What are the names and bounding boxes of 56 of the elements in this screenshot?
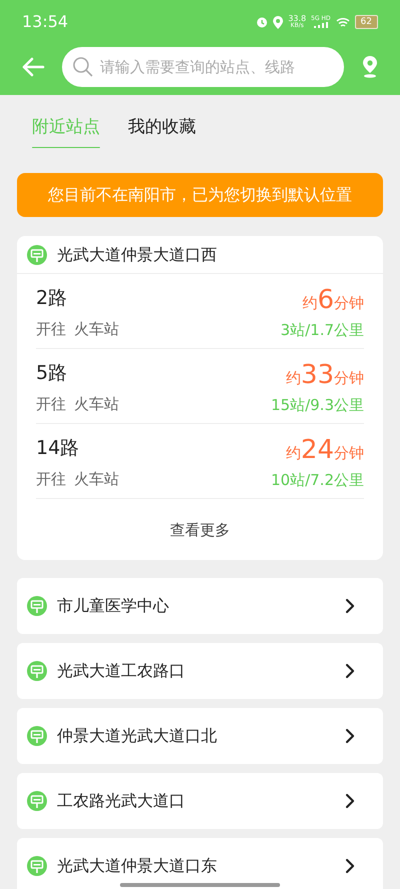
location-icon	[273, 16, 284, 28]
bus-stop-icon	[27, 856, 47, 876]
stop-list-item[interactable]: 光武大道工农路口	[17, 642, 383, 698]
chevron-right-icon	[345, 792, 355, 808]
stop-name[interactable]: 光武大道仲景大道口西	[57, 242, 217, 266]
destination: 火车站	[74, 319, 119, 340]
stop-name: 市儿童医学中心	[57, 594, 170, 616]
wifi-icon	[336, 16, 350, 28]
direction-label: 开往	[36, 469, 66, 490]
chevron-right-icon	[345, 728, 355, 744]
search-field[interactable]: 请输入需要查询的站点、线路	[62, 47, 344, 87]
stop-list-item[interactable]: 工农路光武大道口	[17, 772, 383, 828]
route-row[interactable]: 14路 开往 火车站 约24分钟 10站/7.2公里	[36, 424, 364, 499]
signal-icon	[314, 22, 328, 28]
arrival-time: 约33分钟	[286, 361, 364, 392]
chevron-right-icon	[345, 662, 355, 678]
stop-name: 光武大道仲景大道口东	[57, 854, 218, 876]
view-more-link[interactable]: 查看更多	[170, 519, 230, 542]
bus-stop-icon	[27, 660, 47, 680]
route-row[interactable]: 5路 开往 火车站 约33分钟 15站/9.3公里	[36, 349, 364, 424]
chevron-right-icon	[345, 858, 355, 874]
route-name: 2路	[36, 286, 68, 310]
stop-name: 光武大道工农路口	[57, 660, 186, 682]
network-speed: 33.8	[288, 15, 306, 23]
direction-label: 开往	[36, 319, 66, 340]
location-pin-button[interactable]	[360, 55, 380, 79]
stop-list-item[interactable]: 光武大道仲景大道口东	[17, 838, 383, 889]
bus-stop-icon	[27, 790, 47, 810]
route-name: 5路	[36, 361, 68, 385]
arrival-time: 约24分钟	[286, 436, 364, 467]
battery-level: 62	[354, 15, 378, 29]
destination: 火车站	[74, 469, 119, 490]
stop-list-item[interactable]: 仲景大道光武大道口北	[17, 708, 383, 764]
bus-stop-icon	[27, 596, 47, 616]
arrival-time: 约6分钟	[302, 286, 364, 317]
stop-list-item[interactable]: 市儿童医学中心	[17, 578, 383, 634]
notice-banner: 您目前不在南阳市，已为您切换到默认位置	[17, 173, 383, 217]
stops-distance: 15站/9.3公里	[271, 395, 364, 416]
direction-label: 开往	[36, 394, 66, 415]
bus-stop-icon	[27, 244, 47, 264]
tab[interactable]: 我的收藏	[128, 115, 196, 147]
map-pin-icon	[362, 56, 378, 78]
alarm-icon	[256, 16, 268, 28]
back-arrow-icon	[21, 57, 45, 77]
stops-distance: 10站/7.2公里	[271, 470, 364, 491]
route-row[interactable]: 2路 开往 火车站 约6分钟 3站/1.7公里	[36, 274, 364, 349]
tab-indicator	[32, 146, 100, 147]
chevron-right-icon	[345, 598, 355, 614]
destination: 火车站	[74, 394, 119, 415]
stops-distance: 3站/1.7公里	[280, 320, 364, 341]
bus-stop-icon	[27, 726, 47, 746]
status-time: 13:54	[22, 11, 68, 33]
route-name: 14路	[36, 436, 80, 460]
stop-name: 仲景大道光武大道口北	[57, 724, 218, 746]
stop-name: 工农路光武大道口	[57, 790, 186, 812]
search-icon	[72, 56, 94, 78]
